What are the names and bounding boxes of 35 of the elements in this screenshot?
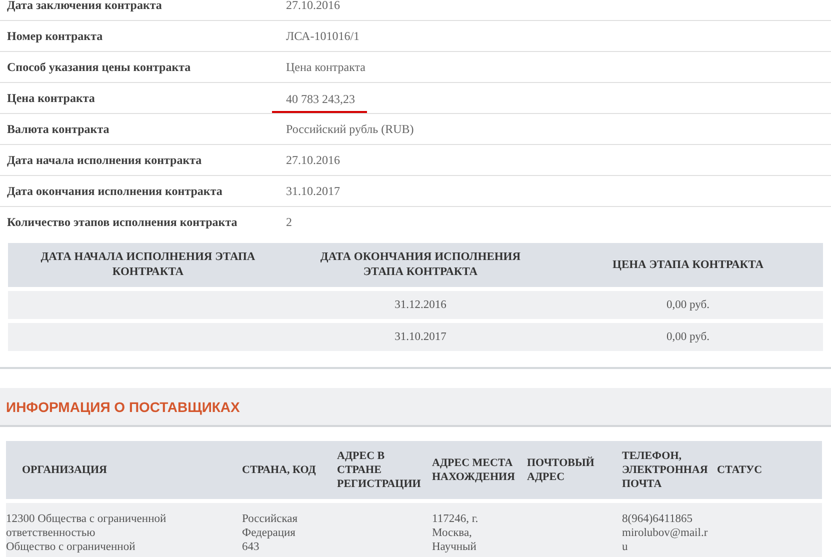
column-header: ОРГАНИЗАЦИЯ — [21, 463, 108, 477]
field-value: Цена контракта — [286, 60, 366, 75]
field-label: Дата окончания исполнения контракта — [6, 184, 224, 198]
column-header: ТЕЛЕФОН, ЭЛЕКТРОННАЯ ПОЧТА — [622, 449, 709, 491]
field-value: 2 — [286, 215, 293, 230]
column-header: ДАТА ОКОНЧАНИЯ ИСПОЛНЕНИЯ ЭТАПА КОНТРАКТА — [319, 250, 522, 280]
field-label: Валюта контракта — [6, 122, 110, 136]
column-header: ДАТА НАЧАЛА ИСПОЛНЕНИЯ ЭТАПА КОНТРАКТА — [40, 250, 256, 280]
field-label: Способ указания цены контракта — [6, 60, 192, 74]
field-label: Дата заключения контракта — [6, 0, 163, 12]
column-header: ЦЕНА ЭТАПА КОНТРАКТА — [612, 258, 764, 272]
field-label: Количество этапов исполнения контракта — [6, 214, 238, 230]
field-label: Номер контракта — [6, 28, 104, 44]
field-value: Российский рубль (RUB) — [286, 122, 415, 137]
column-header: СТАТУС — [717, 463, 764, 477]
table-cell-text: Российская Федерация 643 — [242, 512, 299, 555]
column-header: СТРАНА, КОД — [242, 463, 317, 477]
column-header: АДРЕС В СТРАНЕ РЕГИСТРАЦИИ — [337, 449, 422, 491]
field-value: 31.10.2017 — [286, 184, 341, 199]
table-cell-text: 0,00 руб. — [666, 331, 710, 343]
field-label: Дата начала исполнения контракта — [6, 152, 203, 168]
field-value: 27.10.2016 — [286, 153, 341, 168]
field-value: 27.10.2016 — [286, 0, 341, 13]
table-cell-text: 8(964)6411865 mirolubov@mail.ru — [622, 512, 709, 555]
table-cell-text: 0,00 руб. — [666, 299, 710, 311]
table-cell-text: 12300 Общества с ограниченной ответственностью Общество с ограниченной — [6, 512, 168, 555]
table-cell-text: 31.12.2016 — [394, 299, 448, 311]
field-value: ЛСА-101016/1 — [286, 29, 361, 44]
field-value: 40 783 243,23 — [272, 92, 367, 112]
field-label: Цена контракта — [6, 90, 96, 106]
column-header: ПОЧТОВЫЙ АДРЕС — [527, 456, 596, 484]
table-cell-text: 31.10.2017 — [394, 331, 448, 343]
column-header: АДРЕС МЕСТА НАХОЖДЕНИЯ — [432, 456, 516, 484]
section-title: ИНФОРМАЦИЯ О ПОСТАВЩИКАХ — [5, 398, 240, 414]
table-cell-text: 117246, г. Москва, Научный — [432, 512, 480, 555]
